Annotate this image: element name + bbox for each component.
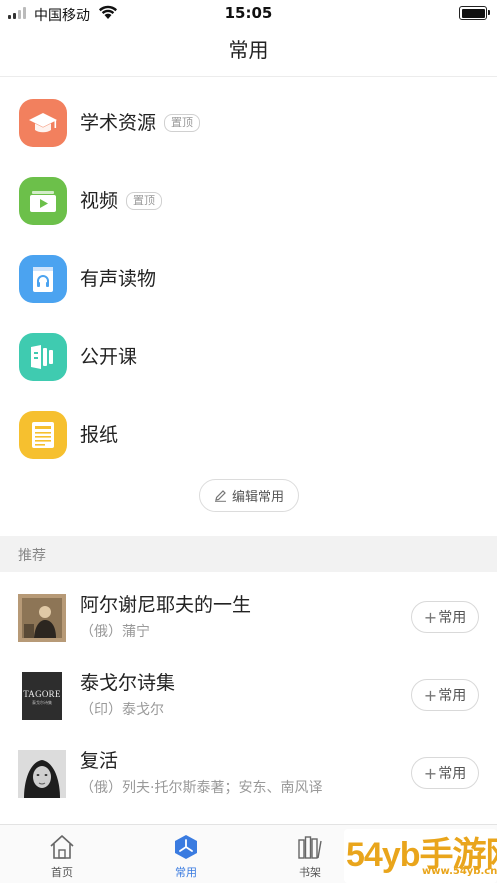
plus-icon: + xyxy=(423,685,438,705)
list-item[interactable]: 阿尔谢尼耶夫的一生 （俄）蒲宁 + 常用 xyxy=(0,578,497,656)
add-to-common-button[interactable]: + 常用 xyxy=(411,679,479,711)
edit-common-label: 编辑常用 xyxy=(231,490,284,505)
watermark-url: www.54yb.cn xyxy=(422,866,497,877)
book-author: （俄）蒲宁 xyxy=(80,624,150,640)
add-to-common-button[interactable]: + 常用 xyxy=(411,757,479,789)
tab-common[interactable]: 常用 xyxy=(124,825,248,883)
tab-home-label: 首页 xyxy=(51,866,73,879)
home-icon xyxy=(50,835,74,859)
bookshelf-icon xyxy=(298,836,322,859)
menu-item-label: 学术资源 置顶 xyxy=(80,110,201,136)
add-to-common-label: 常用 xyxy=(438,688,467,704)
pencil-icon xyxy=(214,490,226,502)
menu-item-label: 公开课 xyxy=(80,346,138,368)
plus-icon: + xyxy=(423,763,438,783)
menu-item-label: 有声读物 xyxy=(80,268,157,290)
menu-item-audiobook[interactable]: 有声读物 xyxy=(0,240,497,318)
book-cover: TAGORE 泰戈尔诗集 xyxy=(22,672,62,720)
open-course-icon xyxy=(19,333,67,381)
menu-item-label: 视频 置顶 xyxy=(80,188,163,214)
plus-icon: + xyxy=(423,607,438,627)
book-title: 阿尔谢尼耶夫的一生 xyxy=(80,594,252,616)
site-watermark: 54yb手游网 www.54yb.cn xyxy=(344,829,497,883)
list-item[interactable]: TAGORE 泰戈尔诗集 泰戈尔诗集 （印）泰戈尔 + 常用 xyxy=(0,656,497,734)
common-menu-list: 学术资源 置顶 视频 置顶 有声读物 公开课 报纸 xyxy=(0,84,497,474)
newspaper-icon xyxy=(19,411,67,459)
cover-title-text: TAGORE xyxy=(23,689,61,699)
book-cover xyxy=(18,750,66,798)
book-title: 泰戈尔诗集 xyxy=(80,672,176,694)
audiobook-icon xyxy=(19,255,67,303)
list-item[interactable]: 复活 （俄）列夫·托尔斯泰著；安东、南风译 + 常用 xyxy=(0,734,497,812)
section-title: 推荐 xyxy=(18,548,46,564)
status-bar: 中国移动 15:05 xyxy=(0,0,497,26)
battery-icon xyxy=(459,6,490,20)
graduation-cap-icon xyxy=(19,99,67,147)
book-title: 复活 xyxy=(80,750,119,772)
menu-item-label: 报纸 xyxy=(80,424,119,446)
add-to-common-label: 常用 xyxy=(438,610,467,626)
menu-item-video[interactable]: 视频 置顶 xyxy=(0,162,497,240)
book-author: （俄）列夫·托尔斯泰著；安东、南风译 xyxy=(80,780,323,796)
edit-common-button[interactable]: 编辑常用 xyxy=(199,479,299,512)
menu-item-open-course[interactable]: 公开课 xyxy=(0,318,497,396)
book-author: （印）泰戈尔 xyxy=(80,702,164,718)
recommend-list: 阿尔谢尼耶夫的一生 （俄）蒲宁 + 常用 TAGORE 泰戈尔诗集 泰戈尔诗集 （… xyxy=(0,578,497,812)
header-divider xyxy=(0,76,497,77)
add-to-common-label: 常用 xyxy=(438,766,467,782)
menu-item-newspaper[interactable]: 报纸 xyxy=(0,396,497,474)
recommend-section-header: 推荐 xyxy=(0,536,497,572)
pinned-badge: 置顶 xyxy=(164,114,201,132)
book-cover xyxy=(18,594,66,642)
page-title: 常用 xyxy=(228,38,269,62)
tab-common-label: 常用 xyxy=(175,866,197,879)
tab-home[interactable]: 首页 xyxy=(0,825,124,883)
menu-item-academic[interactable]: 学术资源 置顶 xyxy=(0,84,497,162)
clock: 15:05 xyxy=(224,4,273,22)
pinned-badge: 置顶 xyxy=(126,192,163,210)
common-icon xyxy=(175,835,197,859)
cover-subtitle-text: 泰戈尔诗集 xyxy=(32,700,52,705)
add-to-common-button[interactable]: + 常用 xyxy=(411,601,479,633)
video-play-icon xyxy=(19,177,67,225)
